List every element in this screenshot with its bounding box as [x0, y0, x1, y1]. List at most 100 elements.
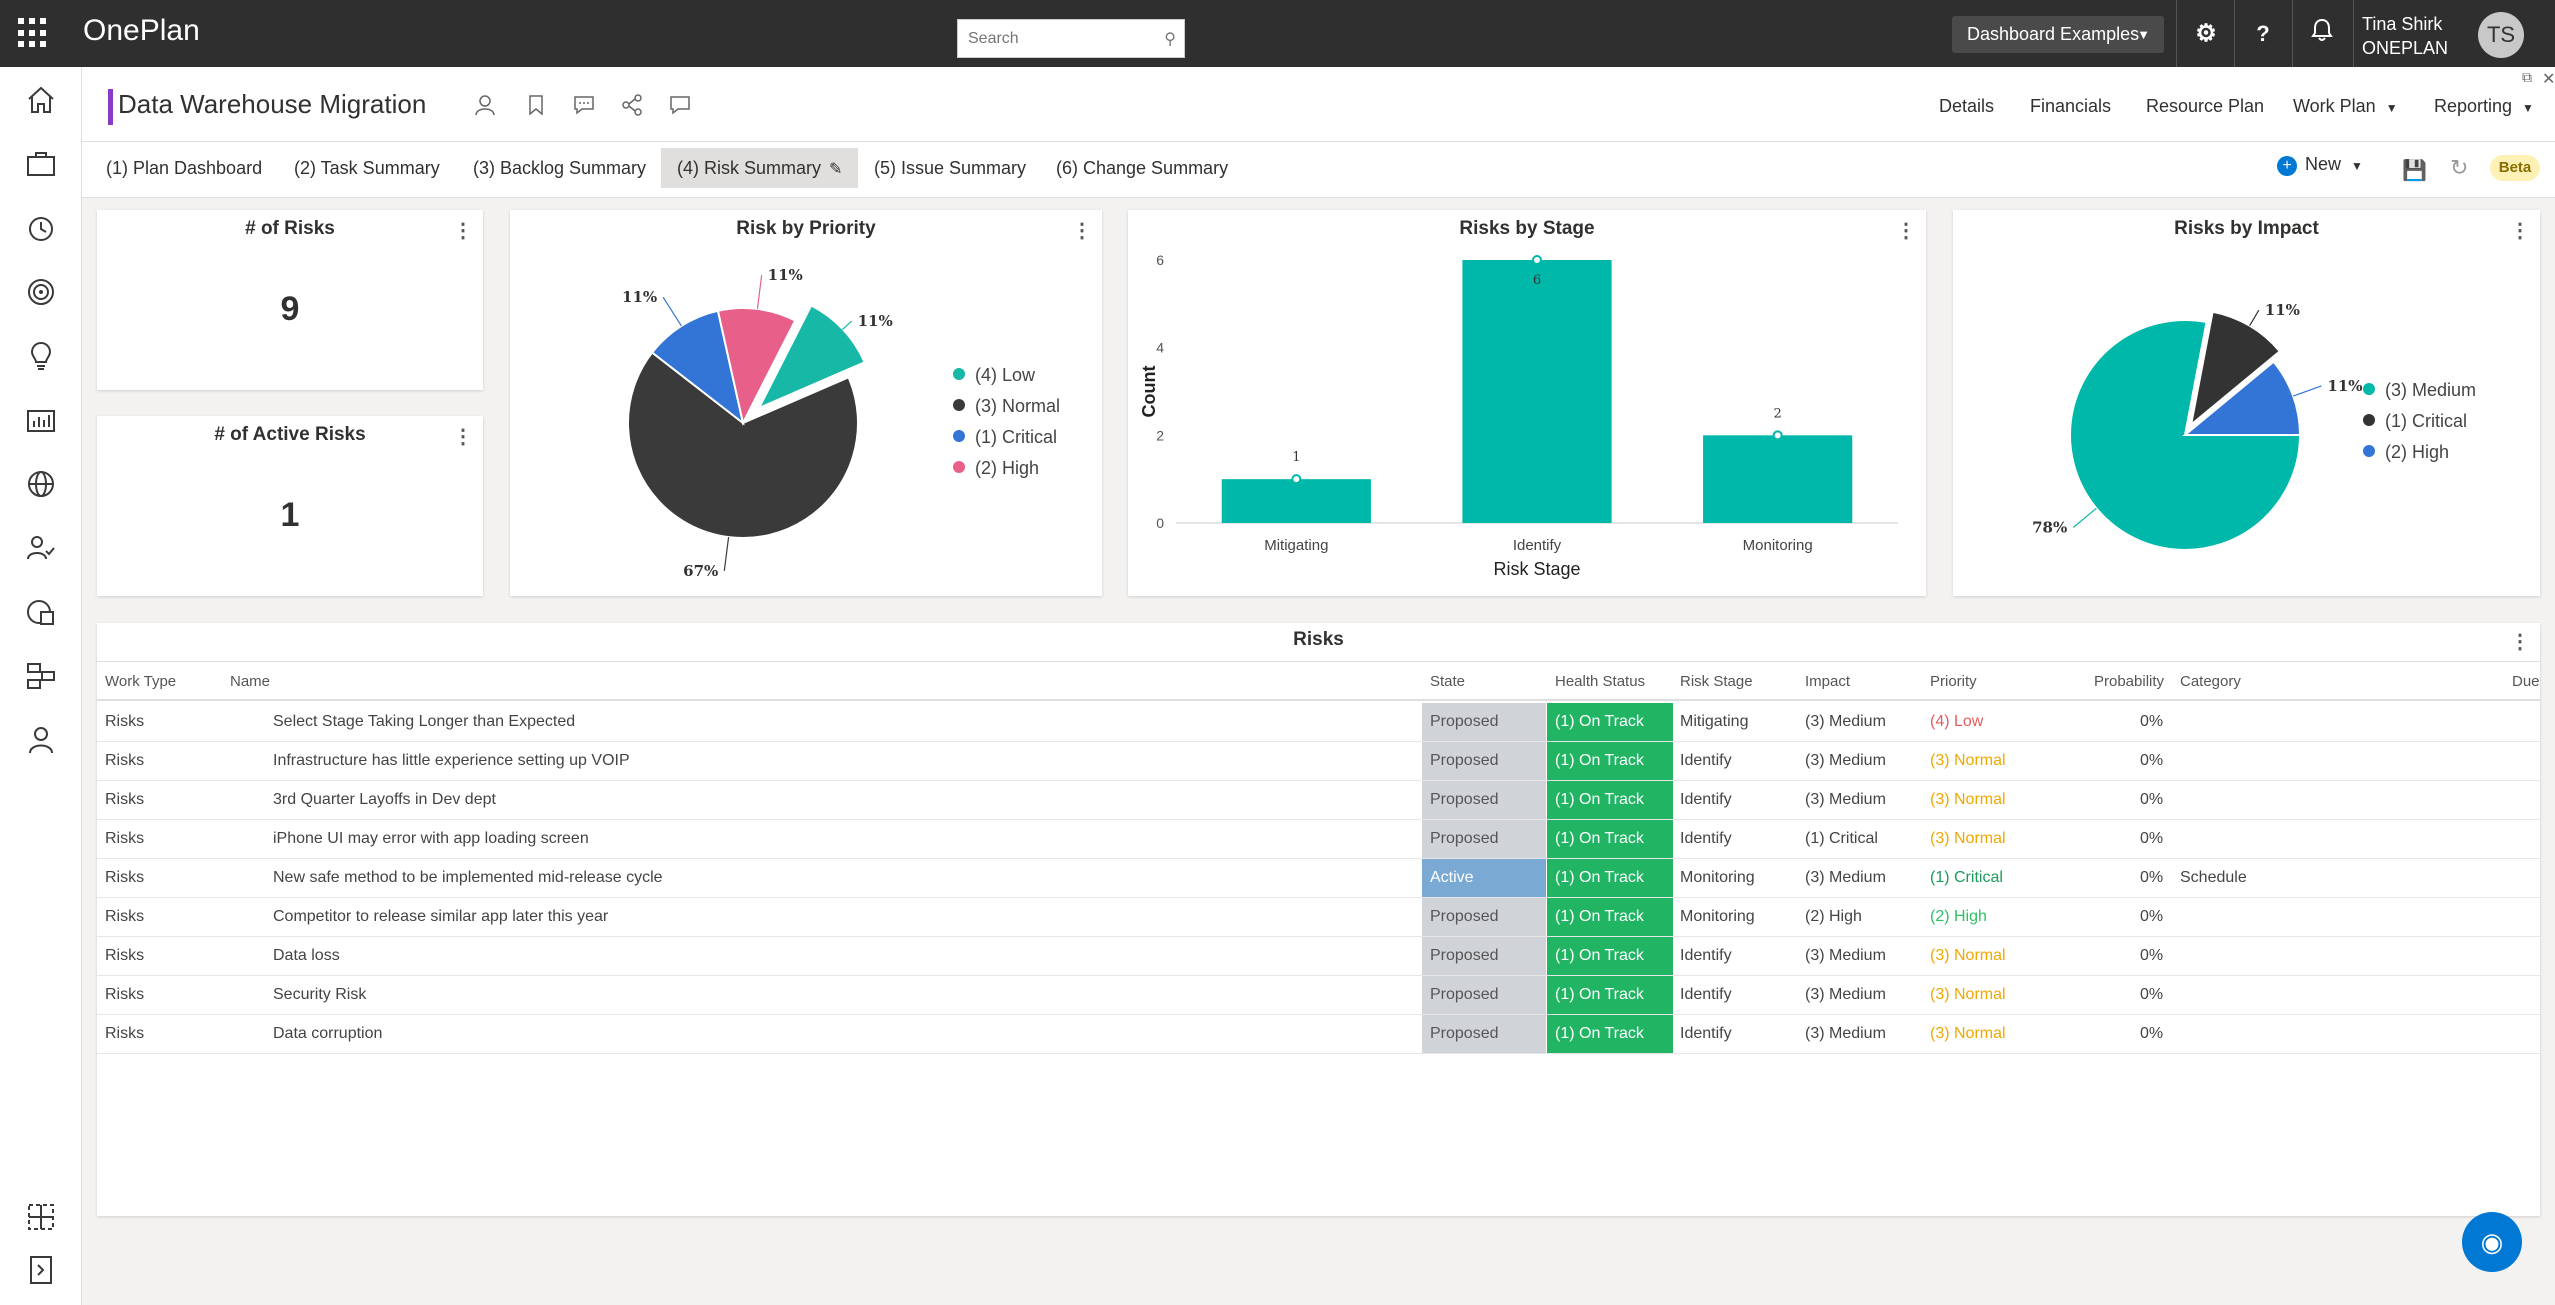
- app-name[interactable]: OnePlan: [83, 14, 200, 48]
- nav-work-plan[interactable]: Work Plan ▼: [2293, 96, 2398, 117]
- cell-name[interactable]: Security Risk: [273, 976, 366, 1014]
- col-category[interactable]: Category: [2180, 673, 2241, 690]
- globe-icon[interactable]: [24, 467, 58, 501]
- table-row[interactable]: Risks Security Risk Proposed (1) On Track Id…: [97, 976, 2540, 1015]
- bar[interactable]: [1703, 435, 1853, 523]
- cell-state: Proposed: [1422, 820, 1546, 858]
- search-icon[interactable]: ⚲: [1164, 29, 1176, 49]
- x-axis-title: Risk Stage: [1493, 559, 1580, 579]
- user-info[interactable]: Tina Shirk ONEPLAN: [2362, 12, 2448, 60]
- col-state[interactable]: State: [1430, 673, 1465, 690]
- legend-item[interactable]: (4) Low: [953, 360, 1060, 391]
- col-due[interactable]: Due: [2512, 673, 2540, 690]
- reports-icon[interactable]: [24, 403, 58, 437]
- nav-financials[interactable]: Financials: [2030, 96, 2111, 117]
- target-icon[interactable]: [24, 275, 58, 309]
- tab-change-summary[interactable]: (6) Change Summary: [1040, 148, 1244, 188]
- help-icon[interactable]: ?: [2247, 18, 2279, 50]
- refresh-icon[interactable]: ↻: [2450, 155, 2468, 181]
- close-icon[interactable]: ✕: [2542, 69, 2555, 89]
- dashboard-selector[interactable]: Dashboard Examples ▼: [1952, 16, 2164, 53]
- tab-risk-summary[interactable]: (4) Risk Summary ✎: [661, 148, 859, 188]
- layout-icon[interactable]: [24, 1200, 58, 1234]
- legend-item[interactable]: (2) High: [2363, 437, 2476, 468]
- hierarchy-icon[interactable]: [24, 659, 58, 693]
- more-options-icon[interactable]: ⋮: [453, 218, 473, 243]
- table-row[interactable]: Risks Select Stage Taking Longer than Exp…: [97, 703, 2540, 742]
- popout-icon[interactable]: ⧉: [2522, 69, 2532, 86]
- chat-icon[interactable]: [668, 93, 692, 117]
- share-icon[interactable]: [620, 93, 644, 117]
- gear-icon[interactable]: ⚙: [2190, 18, 2222, 50]
- tab-backlog-summary[interactable]: (3) Backlog Summary: [457, 148, 662, 188]
- tab-task-summary[interactable]: (2) Task Summary: [278, 148, 456, 188]
- kpi-active-title: # of Active Risks: [214, 424, 366, 445]
- briefcase-icon[interactable]: [24, 147, 58, 181]
- chatbot-button[interactable]: ◉: [2462, 1212, 2522, 1272]
- avatar[interactable]: TS: [2478, 12, 2524, 58]
- cell-work-type: Risks: [105, 791, 145, 808]
- legend-item[interactable]: (3) Normal: [953, 391, 1060, 422]
- home-icon[interactable]: [24, 83, 58, 117]
- search-box[interactable]: ⚲: [957, 19, 1185, 58]
- table-row[interactable]: Risks New safe method to be implemented m…: [97, 859, 2540, 898]
- col-priority[interactable]: Priority: [1930, 673, 1977, 690]
- bar[interactable]: [1462, 260, 1612, 523]
- col-risk-stage[interactable]: Risk Stage: [1680, 673, 1753, 690]
- table-row[interactable]: Risks Data corruption Proposed (1) On Track…: [97, 1015, 2540, 1054]
- nav-reporting[interactable]: Reporting ▼: [2434, 96, 2534, 117]
- legend-item[interactable]: (2) High: [953, 453, 1060, 484]
- comment-icon[interactable]: [572, 93, 596, 117]
- more-options-icon[interactable]: ⋮: [453, 424, 473, 449]
- cell-probability: 0%: [2140, 791, 2164, 808]
- app-launcher-icon[interactable]: [18, 18, 48, 48]
- person-icon[interactable]: [474, 93, 498, 117]
- lightbulb-icon[interactable]: [24, 339, 58, 373]
- cell-name[interactable]: New safe method to be implemented mid-re…: [273, 859, 663, 897]
- search-input[interactable]: [958, 20, 1148, 57]
- table-row[interactable]: Risks Data loss Proposed (1) On Track Identi…: [97, 937, 2540, 976]
- legend-item[interactable]: (1) Critical: [953, 422, 1060, 453]
- more-options-icon[interactable]: ⋮: [2510, 629, 2530, 654]
- table-row[interactable]: Risks 3rd Quarter Layoffs in Dev dept Prop…: [97, 781, 2540, 820]
- cell-name[interactable]: iPhone UI may error with app loading scr…: [273, 820, 589, 858]
- nav-details[interactable]: Details: [1939, 96, 1994, 117]
- col-health-status[interactable]: Health Status: [1555, 673, 1645, 690]
- col-work-type[interactable]: Work Type: [105, 673, 176, 690]
- people-check-icon[interactable]: [24, 531, 58, 565]
- legend-item[interactable]: (3) Medium: [2363, 375, 2476, 406]
- legend-item[interactable]: (1) Critical: [2363, 406, 2476, 437]
- table-row[interactable]: Risks Infrastructure has little experienc…: [97, 742, 2540, 781]
- portfolio-icon[interactable]: [24, 595, 58, 629]
- divider: [2234, 0, 2235, 67]
- new-button[interactable]: + New ▼: [2277, 154, 2363, 176]
- cell-name[interactable]: Competitor to release similar app later …: [273, 898, 608, 936]
- expand-rail-icon[interactable]: [24, 1253, 58, 1287]
- col-probability[interactable]: Probability: [2094, 673, 2164, 690]
- col-impact[interactable]: Impact: [1805, 673, 1850, 690]
- tab-plan-dashboard[interactable]: (1) Plan Dashboard: [90, 148, 278, 188]
- cell-name[interactable]: Data corruption: [273, 1015, 382, 1053]
- col-name[interactable]: Name: [230, 673, 270, 690]
- legend-label: (2) High: [975, 458, 1040, 478]
- tab-issue-summary[interactable]: (5) Issue Summary: [858, 148, 1042, 188]
- bookmark-icon[interactable]: [524, 93, 548, 117]
- pencil-icon[interactable]: ✎: [829, 161, 842, 178]
- cell-name[interactable]: Data loss: [273, 937, 340, 975]
- table-row[interactable]: Risks iPhone UI may error with app loadin…: [97, 820, 2540, 859]
- bar[interactable]: [1221, 479, 1371, 523]
- data-label: 67%: [683, 562, 718, 580]
- cell-priority: (3) Normal: [1930, 947, 2006, 964]
- table-row[interactable]: Risks Competitor to release similar app l…: [97, 898, 2540, 937]
- nav-resource-plan[interactable]: Resource Plan: [2146, 96, 2264, 117]
- cell-name[interactable]: 3rd Quarter Layoffs in Dev dept: [273, 781, 496, 819]
- bell-icon[interactable]: [2306, 18, 2338, 50]
- cell-priority: (3) Normal: [1930, 830, 2006, 847]
- cell-name[interactable]: Infrastructure has little experience set…: [273, 742, 630, 780]
- timesheet-icon[interactable]: [24, 211, 58, 245]
- cell-name[interactable]: Select Stage Taking Longer than Expected: [273, 703, 575, 741]
- save-icon[interactable]: 💾: [2402, 158, 2427, 183]
- legend-swatch: [953, 461, 965, 474]
- cell-risk-stage: Identify: [1680, 752, 1732, 769]
- user-icon[interactable]: [24, 723, 58, 757]
